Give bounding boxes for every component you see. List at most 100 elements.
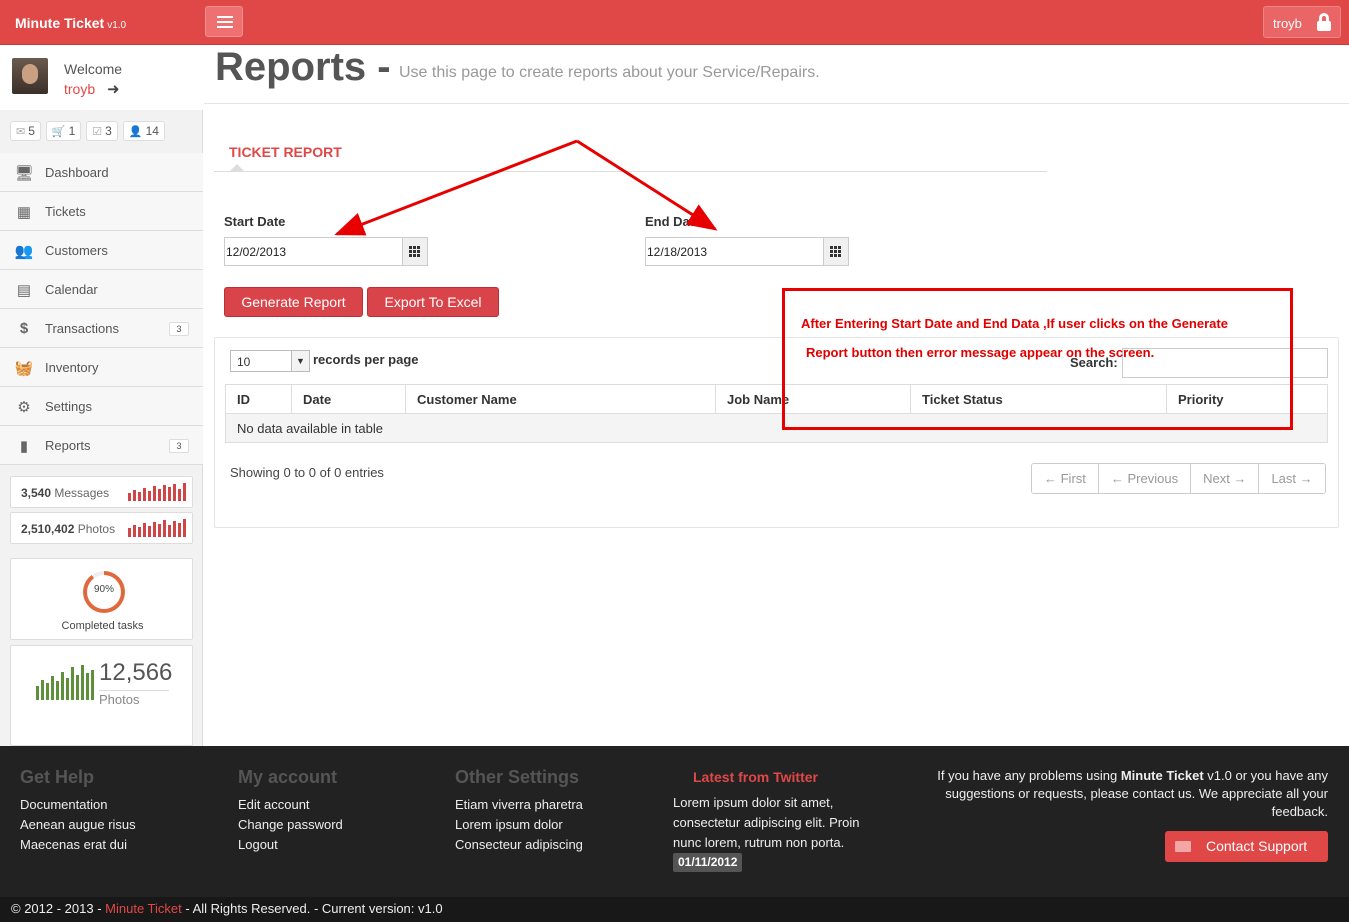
generate-report-button[interactable]: Generate Report (224, 287, 363, 317)
main-content: Reports - Use this page to create report… (204, 45, 1349, 746)
annotation-line-1: After Entering Start Date and End Data ,… (801, 316, 1228, 331)
contact-support-button[interactable]: Contact Support (1165, 831, 1328, 862)
sidebar-item-calendar[interactable]: ▤ Calendar (0, 270, 203, 309)
users-badge[interactable]: 👤 14 (122, 121, 165, 141)
records-per-page-label: records per page (313, 352, 419, 367)
logout-link[interactable]: Logout (238, 835, 343, 855)
previous-page-button[interactable]: ← Previous (1098, 464, 1192, 493)
page-size-select[interactable]: 10 ▼ (230, 350, 310, 372)
sidebar-item-inventory[interactable]: 🧺 Inventory (0, 348, 203, 387)
tab-ticket-report[interactable]: TICKET REPORT (229, 144, 342, 160)
gears-icon: ⚙ (17, 399, 31, 416)
sidebar-item-tickets[interactable]: ▦ Tickets (0, 192, 203, 231)
version-label: v1.0 (107, 20, 127, 31)
footer-link[interactable]: Aenean augue risus (20, 815, 136, 835)
basket-icon: 🧺 (14, 360, 34, 377)
tweet-date: 01/11/2012 (673, 853, 743, 872)
footer-link[interactable]: Maecenas erat dui (20, 835, 136, 855)
welcome-text: Welcome (64, 61, 123, 77)
menu-toggle-button[interactable] (205, 6, 243, 37)
photos-widget: 12,566 Photos (10, 645, 193, 746)
copyright-bar: © 2012 - 2013 - Minute Ticket - All Righ… (0, 897, 1349, 922)
support-text: If you have any problems using Minute Ti… (937, 768, 1328, 819)
sidebar-nav: 🖥 Dashboard ▦ Tickets 👥 Customers ▤ Calendar… (0, 153, 203, 465)
end-date-label: End Date (645, 214, 702, 229)
page-title: Reports - (215, 45, 391, 89)
file-icon: ▮ (19, 438, 29, 455)
calendar-icon: ▤ (16, 282, 32, 299)
user-menu-button[interactable]: troyb (1263, 6, 1341, 38)
footer-account-column: My account Edit account Change password … (238, 767, 343, 855)
brand-logo[interactable]: Minute Ticket v1.0 (15, 15, 126, 31)
export-excel-button[interactable]: Export To Excel (367, 287, 499, 317)
envelope-icon (1175, 841, 1191, 852)
monitor-icon: 🖥 (14, 165, 34, 182)
sidebar-item-reports[interactable]: ▮ Reports 3 (0, 426, 203, 465)
photos-label: Photos (99, 690, 169, 707)
messages-sparkline (128, 483, 186, 501)
table-icon: ▦ (16, 204, 32, 221)
footer-link[interactable]: Lorem ipsum dolor (455, 815, 583, 835)
users-icon: 👥 (14, 243, 34, 260)
welcome-panel: Welcome troyb ➜ (0, 45, 203, 110)
edit-account-link[interactable]: Edit account (238, 795, 343, 815)
orders-badge[interactable]: 🛒 1 (45, 121, 82, 141)
pagination: ← First ← Previous Next → Last → (1031, 463, 1326, 494)
sidebar-item-transactions[interactable]: $ Transactions 3 (0, 309, 203, 348)
arrow-right-icon[interactable]: ➜ (107, 80, 120, 98)
footer-other-column: Other Settings Etiam viverra pharetra Lo… (455, 767, 583, 855)
progress-label: Completed tasks (61, 620, 144, 632)
calendar-picker-icon[interactable] (823, 238, 848, 265)
footer: Get Help Documentation Aenean augue risu… (0, 746, 1349, 922)
column-header-id[interactable]: ID (225, 384, 292, 414)
start-date-input[interactable]: 12/02/2013 (224, 237, 428, 266)
hamburger-icon (217, 16, 233, 18)
footer-link[interactable]: Consecteur adipiscing (455, 835, 583, 855)
sidebar: Welcome troyb ➜ ✉ 5 🛒 1 ☑ 3 👤 14 🖥 Dashboard … (0, 45, 203, 746)
annotation-line-2: Report button then error message appear … (806, 345, 1155, 360)
check-icon: ☑ (92, 125, 103, 138)
user-plus-icon: 👤 (128, 125, 143, 138)
photos-stat: 2,510,402 Photos (10, 512, 193, 544)
next-page-button[interactable]: Next → (1191, 464, 1260, 493)
start-date-label: Start Date (224, 214, 286, 229)
column-header-date[interactable]: Date (291, 384, 406, 414)
mail-icon: ✉ (16, 125, 26, 138)
count-badge: 3 (169, 322, 189, 336)
column-header-customer[interactable]: Customer Name (405, 384, 716, 414)
photos-bar-sparkline (36, 664, 94, 700)
photos-sparkline (128, 519, 186, 537)
sidebar-item-settings[interactable]: ⚙ Settings (0, 387, 203, 426)
tweet-text: Lorem ipsum dolor sit amet, consectetur … (673, 795, 860, 850)
footer-link[interactable]: Documentation (20, 795, 136, 815)
photos-count: 12,566 (99, 659, 173, 686)
change-password-link[interactable]: Change password (238, 815, 343, 835)
tasks-badge[interactable]: ☑ 3 (86, 121, 118, 141)
top-navbar: Minute Ticket v1.0 troyb (0, 0, 1349, 45)
entries-info: Showing 0 to 0 of 0 entries (230, 465, 384, 480)
chevron-down-icon: ▼ (291, 351, 309, 371)
first-page-button[interactable]: ← First (1032, 464, 1099, 493)
calendar-picker-icon[interactable] (402, 238, 427, 265)
messages-stat: 3,540 Messages (10, 476, 193, 508)
sidebar-item-customers[interactable]: 👥 Customers (0, 231, 203, 270)
lock-icon (1317, 13, 1331, 31)
brand-link[interactable]: Minute Ticket (105, 901, 182, 916)
avatar (12, 58, 48, 94)
footer-help-column: Get Help Documentation Aenean augue risu… (20, 767, 136, 855)
messages-badge[interactable]: ✉ 5 (10, 121, 41, 141)
quick-badges: ✉ 5 🛒 1 ☑ 3 👤 14 (10, 121, 165, 141)
completed-tasks-widget: 90% Completed tasks (10, 558, 193, 640)
end-date-input[interactable]: 12/18/2013 (645, 237, 849, 266)
footer-link[interactable]: Etiam viverra pharetra (455, 795, 583, 815)
progress-value: 90% (93, 584, 114, 595)
twitter-heading: Latest from Twitter (693, 769, 818, 785)
welcome-username-link[interactable]: troyb (64, 81, 95, 97)
count-badge: 3 (169, 439, 189, 453)
dollar-icon: $ (19, 320, 29, 337)
sidebar-item-dashboard[interactable]: 🖥 Dashboard (0, 153, 203, 192)
last-page-button[interactable]: Last → (1259, 464, 1325, 493)
annotation-box: After Entering Start Date and End Data ,… (782, 288, 1293, 430)
page-subtitle: Use this page to create reports about yo… (399, 64, 820, 81)
cart-icon: 🛒 (51, 125, 66, 138)
